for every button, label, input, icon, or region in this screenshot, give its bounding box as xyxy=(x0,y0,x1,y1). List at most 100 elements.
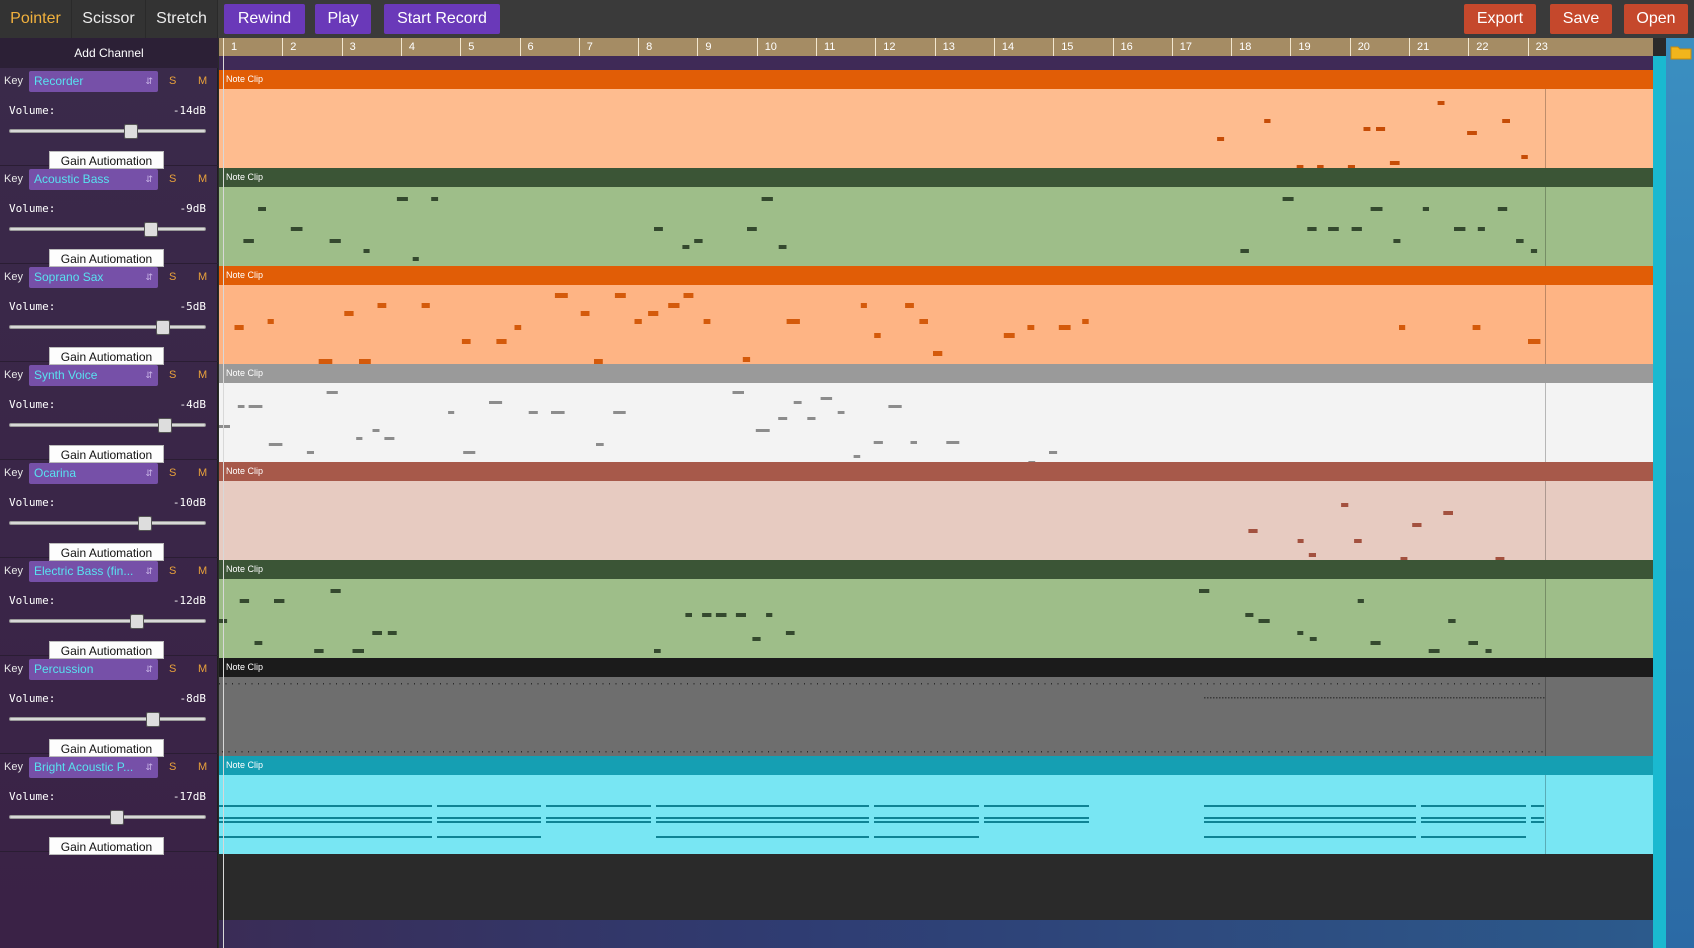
timeline-ruler[interactable]: 1 2 3 4 5 6 7 8 9 10 11 12 13 14 15 16 17 18 19 20 21 22 23 xyxy=(219,38,1653,56)
slider-thumb[interactable] xyxy=(155,320,170,335)
slider-thumb[interactable] xyxy=(145,712,160,727)
instrument-name: Soprano Sax xyxy=(34,270,104,284)
volume-label: Volume: xyxy=(9,104,56,117)
volume-slider[interactable] xyxy=(9,614,206,629)
volume-slider[interactable] xyxy=(9,320,206,335)
solo-button[interactable]: S xyxy=(169,565,176,577)
percussion-hit xyxy=(1158,751,1159,753)
channel-strip: Key Soprano Sax ⇵ S M Volume: -5dB Gain Autioma… xyxy=(0,264,218,365)
percussion-hit xyxy=(498,683,500,685)
slider-thumb[interactable] xyxy=(143,222,158,237)
track-row[interactable]: Note Clip xyxy=(219,756,1653,854)
gain-automation-button[interactable]: Gain Autiomation xyxy=(49,837,164,855)
percussion-hit xyxy=(1399,697,1401,699)
percussion-hit xyxy=(1225,697,1227,699)
solo-button[interactable]: S xyxy=(169,761,176,773)
solo-button[interactable]: S xyxy=(169,173,176,185)
note-clip-body[interactable] xyxy=(219,187,1653,266)
mute-button[interactable]: M xyxy=(198,467,207,479)
open-button[interactable]: Open xyxy=(1624,4,1688,34)
volume-label: Volume: xyxy=(9,496,56,509)
solo-button[interactable]: S xyxy=(169,75,176,87)
volume-slider[interactable] xyxy=(9,418,206,433)
instrument-select[interactable]: Electric Bass (fin... ⇵ xyxy=(29,561,158,582)
percussion-hit xyxy=(950,751,951,753)
instrument-select[interactable]: Ocarina ⇵ xyxy=(29,463,158,484)
track-row[interactable]: Note Clip xyxy=(219,560,1653,658)
volume-slider[interactable] xyxy=(9,516,206,531)
percussion-hit xyxy=(1291,683,1293,685)
slider-thumb[interactable] xyxy=(110,810,125,825)
playhead[interactable] xyxy=(223,56,224,948)
rewind-button[interactable]: Rewind xyxy=(224,4,305,34)
mute-button[interactable]: M xyxy=(198,663,207,675)
percussion-hit xyxy=(664,751,665,753)
note-clip-header[interactable]: Note Clip xyxy=(219,560,1653,579)
track-row[interactable]: Note Clip xyxy=(219,364,1653,462)
slider-thumb[interactable] xyxy=(137,516,152,531)
slider-thumb[interactable] xyxy=(157,418,172,433)
note-clip-header[interactable]: Note Clip xyxy=(219,756,1653,775)
percussion-hit xyxy=(1103,683,1104,685)
solo-button[interactable]: S xyxy=(169,663,176,675)
note-clip-header[interactable]: Note Clip xyxy=(219,70,1653,89)
export-button[interactable]: Export xyxy=(1464,4,1536,34)
add-channel-button[interactable]: Add Channel xyxy=(0,38,218,68)
mute-button[interactable]: M xyxy=(198,761,207,773)
note-clip-header[interactable]: Note Clip xyxy=(219,364,1653,383)
play-button[interactable]: Play xyxy=(315,4,371,34)
save-button[interactable]: Save xyxy=(1550,4,1612,34)
track-row[interactable]: Note Clip xyxy=(219,168,1653,266)
solo-button[interactable]: S xyxy=(169,271,176,283)
note-clip-header[interactable]: Note Clip xyxy=(219,658,1653,677)
instrument-select[interactable]: Synth Voice ⇵ xyxy=(29,365,158,386)
volume-slider[interactable] xyxy=(9,124,206,139)
instrument-select[interactable]: Percussion ⇵ xyxy=(29,659,158,680)
track-row[interactable]: Note Clip xyxy=(219,266,1653,364)
track-row[interactable]: Note Clip xyxy=(219,462,1653,560)
mute-button[interactable]: M xyxy=(198,565,207,577)
percussion-hit xyxy=(1270,697,1272,699)
instrument-select[interactable]: Soprano Sax ⇵ xyxy=(29,267,158,288)
percussion-hit xyxy=(1155,683,1156,685)
note-clip-body[interactable] xyxy=(219,383,1653,462)
note-clip-header[interactable]: Note Clip xyxy=(219,168,1653,187)
vertical-scrollbar[interactable] xyxy=(1653,56,1666,948)
volume-slider[interactable] xyxy=(9,712,206,727)
note-clip-body[interactable] xyxy=(219,775,1653,854)
note-clip-body[interactable] xyxy=(219,579,1653,658)
mute-button[interactable]: M xyxy=(198,75,207,87)
solo-button[interactable]: S xyxy=(169,467,176,479)
note-clip-header[interactable]: Note Clip xyxy=(219,462,1653,481)
instrument-select[interactable]: Recorder ⇵ xyxy=(29,71,158,92)
percussion-hit xyxy=(1468,697,1470,699)
percussion-hit xyxy=(1360,697,1362,699)
note-clip-body[interactable] xyxy=(219,89,1653,168)
percussion-hit xyxy=(934,683,935,685)
note-clip-header[interactable]: Note Clip xyxy=(219,266,1653,285)
note-block xyxy=(1204,805,1416,807)
slider-thumb[interactable] xyxy=(130,614,145,629)
instrument-select[interactable]: Acoustic Bass ⇵ xyxy=(29,169,158,190)
volume-slider[interactable] xyxy=(9,222,206,237)
note-clip-body[interactable] xyxy=(219,677,1653,756)
mute-button[interactable]: M xyxy=(198,369,207,381)
track-row[interactable]: Note Clip xyxy=(219,70,1653,168)
instrument-select[interactable]: Bright Acoustic P... ⇵ xyxy=(29,757,158,778)
percussion-hit xyxy=(1174,683,1176,685)
start-record-button[interactable]: Start Record xyxy=(384,4,500,34)
volume-slider[interactable] xyxy=(9,810,206,825)
tool-pointer-tab[interactable]: Pointer xyxy=(0,0,72,38)
note-clip-body[interactable] xyxy=(219,285,1653,364)
mute-button[interactable]: M xyxy=(198,271,207,283)
tool-stretch-tab[interactable]: Stretch xyxy=(146,0,218,38)
mute-button[interactable]: M xyxy=(198,173,207,185)
channel-strip: Key Acoustic Bass ⇵ S M Volume: -9dB Gain Autio… xyxy=(0,166,218,267)
tool-scissor-tab[interactable]: Scissor xyxy=(72,0,146,38)
folder-icon[interactable] xyxy=(1670,44,1692,60)
solo-button[interactable]: S xyxy=(169,369,176,381)
track-row[interactable]: Note Clip xyxy=(219,658,1653,756)
note-clip-body[interactable] xyxy=(219,481,1653,560)
percussion-hit xyxy=(1240,697,1242,699)
slider-thumb[interactable] xyxy=(124,124,139,139)
